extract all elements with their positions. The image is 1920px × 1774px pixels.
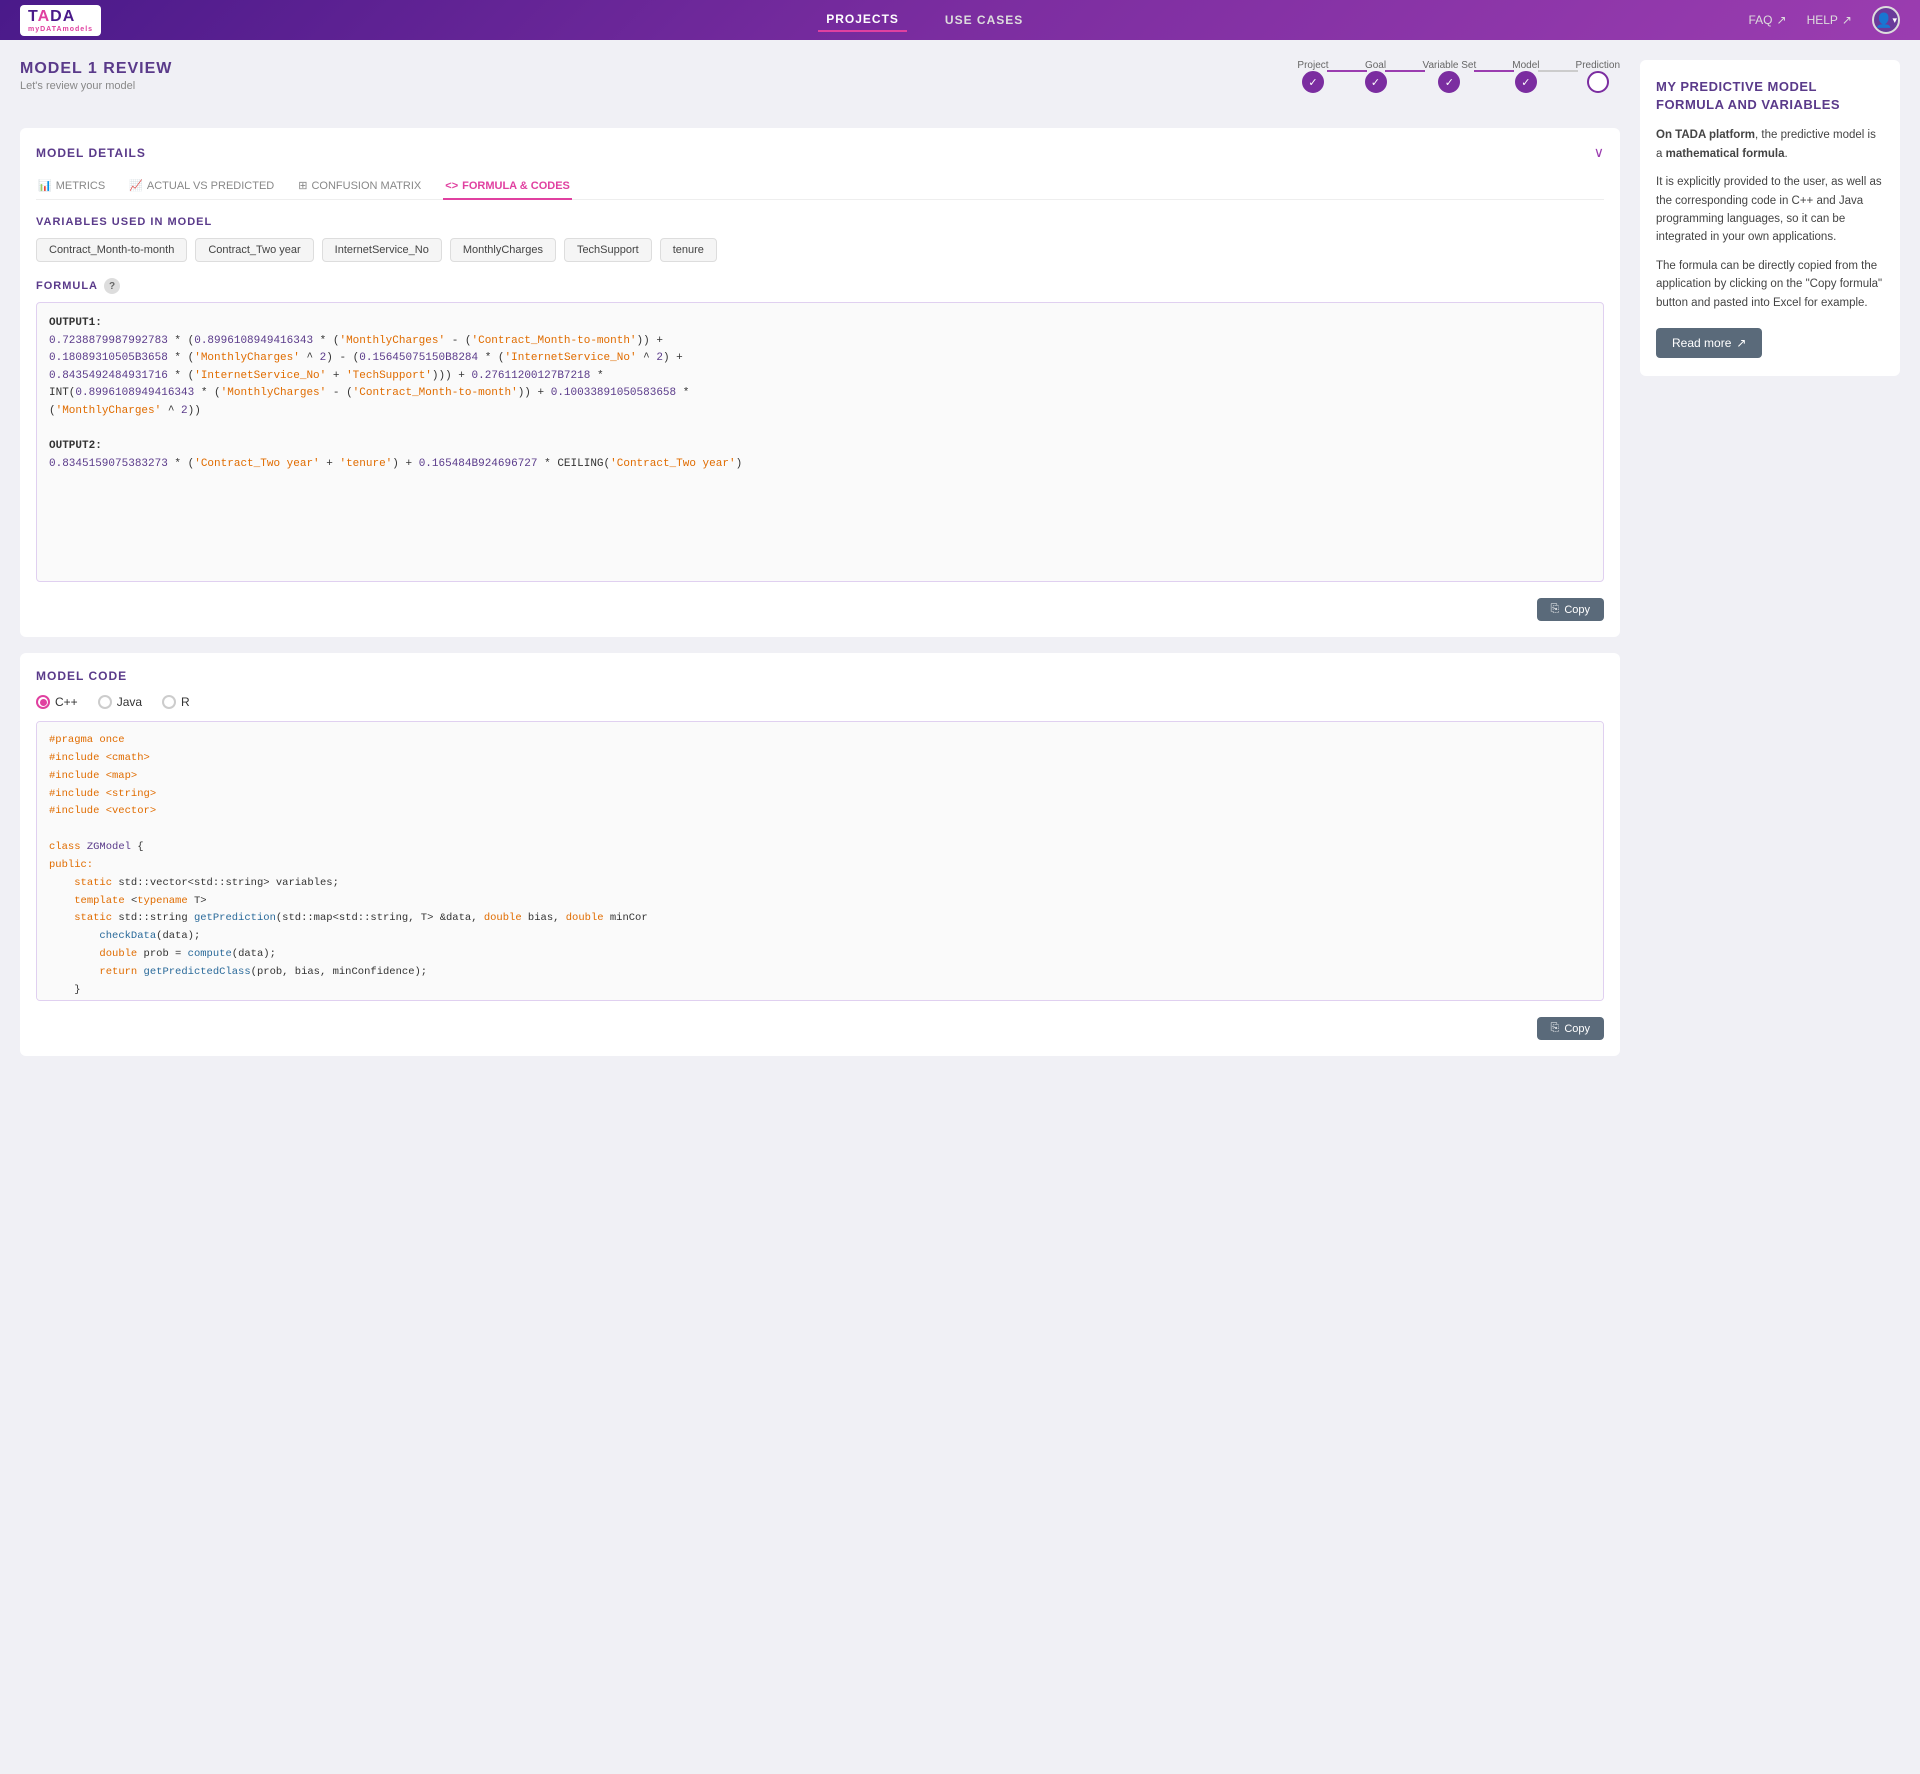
main-container: MODEL 1 REVIEW Let's review your model P… (0, 40, 1920, 1092)
variable-tag: MonthlyCharges (450, 238, 556, 262)
step-circle-goal: ✓ (1365, 71, 1387, 93)
logo-area: TADA myDATAmodels (20, 5, 101, 36)
right-panel-title: MY PREDICTIVE MODEL FORMULA AND VARIABLE… (1656, 78, 1884, 114)
formula-output1: OUTPUT1: 0.7238879987992783 * (0.8996108… (49, 315, 1591, 421)
step-variable-set: Variable Set ✓ (1423, 60, 1477, 93)
radio-java[interactable]: Java (98, 695, 142, 709)
nav-projects[interactable]: PROJECTS (818, 8, 907, 32)
variable-tag: tenure (660, 238, 717, 262)
formula-copy-row: ⎘ Copy (36, 590, 1604, 621)
code-icon: <> (445, 180, 458, 192)
help-icon[interactable]: ? (104, 278, 120, 294)
metrics-icon: 📊 (38, 179, 52, 192)
output1-label: OUTPUT1: (49, 317, 102, 329)
model-code-card: MODEL CODE C++ Java R #pragma o (20, 653, 1620, 1056)
formula-copy-button[interactable]: ⎘ Copy (1537, 598, 1605, 621)
user-icon: 👤 (1875, 12, 1892, 29)
formula-code-box: OUTPUT1: 0.7238879987992783 * (0.8996108… (36, 302, 1604, 582)
formula-title: FORMULA (36, 280, 98, 292)
user-avatar[interactable]: 👤 ▾ (1872, 6, 1900, 34)
right-para1: On TADA platform, the predictive model i… (1656, 126, 1884, 163)
variables-title: VARIABLES USED IN MODEL (36, 216, 1604, 228)
radio-circle-cpp (36, 695, 50, 709)
tab-metrics[interactable]: 📊 METRICS (36, 173, 107, 200)
right-para2: It is explicitly provided to the user, a… (1656, 173, 1884, 247)
right-panel: MY PREDICTIVE MODEL FORMULA AND VARIABLE… (1640, 60, 1900, 1072)
formula-output2: OUTPUT2: 0.8345159075383273 * ('Contract… (49, 438, 1591, 473)
main-nav: PROJECTS USE CASES (818, 8, 1031, 32)
variable-tag: Contract_Month-to-month (36, 238, 187, 262)
variable-tag: TechSupport (564, 238, 652, 262)
progress-steps: Project ✓ Goal ✓ Variable Set ✓ Model ✓ (1297, 60, 1620, 93)
nav-use-cases[interactable]: USE CASES (937, 9, 1031, 31)
copy-icon: ⎘ (1551, 603, 1560, 616)
header: TADA myDATAmodels PROJECTS USE CASES FAQ… (0, 0, 1920, 40)
formula-header: FORMULA ? (36, 278, 1604, 294)
tab-confusion-matrix[interactable]: ⊞ CONFUSION MATRIX (296, 173, 423, 200)
page-title: MODEL 1 REVIEW (20, 60, 172, 78)
step-circle-varset: ✓ (1438, 71, 1460, 93)
model-tabs: 📊 METRICS 📈 ACTUAL VS PREDICTED ⊞ CONFUS… (36, 173, 1604, 200)
connector-2 (1385, 70, 1425, 72)
language-selector: C++ Java R (36, 695, 1604, 709)
copy-icon: ⎘ (1551, 1022, 1560, 1035)
page-subtitle: Let's review your model (20, 80, 172, 92)
faq-link[interactable]: FAQ ↗ (1748, 13, 1786, 27)
code-copy-row: ⎘ Copy (36, 1009, 1604, 1040)
model-details-card: MODEL DETAILS ∨ 📊 METRICS 📈 ACTUAL VS PR… (20, 128, 1620, 637)
external-link-icon: ↗ (1842, 13, 1852, 27)
code-copy-button[interactable]: ⎘ Copy (1537, 1017, 1605, 1040)
step-goal: Goal ✓ (1365, 60, 1387, 93)
connector-3 (1474, 70, 1514, 72)
page-header: MODEL 1 REVIEW Let's review your model (20, 60, 172, 92)
step-project: Project ✓ (1297, 60, 1328, 93)
read-more-button[interactable]: Read more ↗ (1656, 328, 1762, 358)
chevron-down-icon: ▾ (1892, 15, 1897, 26)
radio-r[interactable]: R (162, 695, 190, 709)
connector-4 (1538, 70, 1578, 72)
step-prediction: Prediction (1576, 60, 1620, 93)
variable-tag: InternetService_No (322, 238, 442, 262)
model-code-header: MODEL CODE (36, 669, 1604, 683)
chart-icon: 📈 (129, 179, 143, 192)
output2-label: OUTPUT2: (49, 440, 102, 452)
step-circle-project: ✓ (1302, 71, 1324, 93)
connector-1 (1327, 70, 1367, 72)
logo: TADA myDATAmodels (20, 5, 101, 36)
radio-cpp[interactable]: C++ (36, 695, 78, 709)
external-link-icon: ↗ (1736, 336, 1746, 350)
step-circle-model: ✓ (1515, 71, 1537, 93)
variables-list: Contract_Month-to-month Contract_Two yea… (36, 238, 1604, 262)
collapse-icon[interactable]: ∨ (1594, 144, 1604, 161)
tab-formula-codes[interactable]: <> FORMULA & CODES (443, 173, 572, 200)
radio-circle-java (98, 695, 112, 709)
step-model: Model ✓ (1512, 60, 1539, 93)
header-right: FAQ ↗ HELP ↗ 👤 ▾ (1748, 6, 1900, 34)
radio-circle-r (162, 695, 176, 709)
model-details-header: MODEL DETAILS ∨ (36, 144, 1604, 161)
model-details-title: MODEL DETAILS (36, 146, 146, 160)
tab-actual-vs-predicted[interactable]: 📈 ACTUAL VS PREDICTED (127, 173, 276, 200)
left-panel: MODEL 1 REVIEW Let's review your model P… (20, 60, 1620, 1072)
grid-icon: ⊞ (298, 179, 307, 192)
right-para3: The formula can be directly copied from … (1656, 257, 1884, 312)
right-info-card: MY PREDICTIVE MODEL FORMULA AND VARIABLE… (1640, 60, 1900, 376)
variable-tag: Contract_Two year (195, 238, 313, 262)
step-circle-prediction (1587, 71, 1609, 93)
model-code-box[interactable]: #pragma once #include <cmath> #include <… (36, 721, 1604, 1001)
external-link-icon: ↗ (1777, 13, 1787, 27)
model-code-title: MODEL CODE (36, 669, 127, 683)
help-link[interactable]: HELP ↗ (1807, 13, 1852, 27)
top-header-row: MODEL 1 REVIEW Let's review your model P… (20, 60, 1620, 112)
